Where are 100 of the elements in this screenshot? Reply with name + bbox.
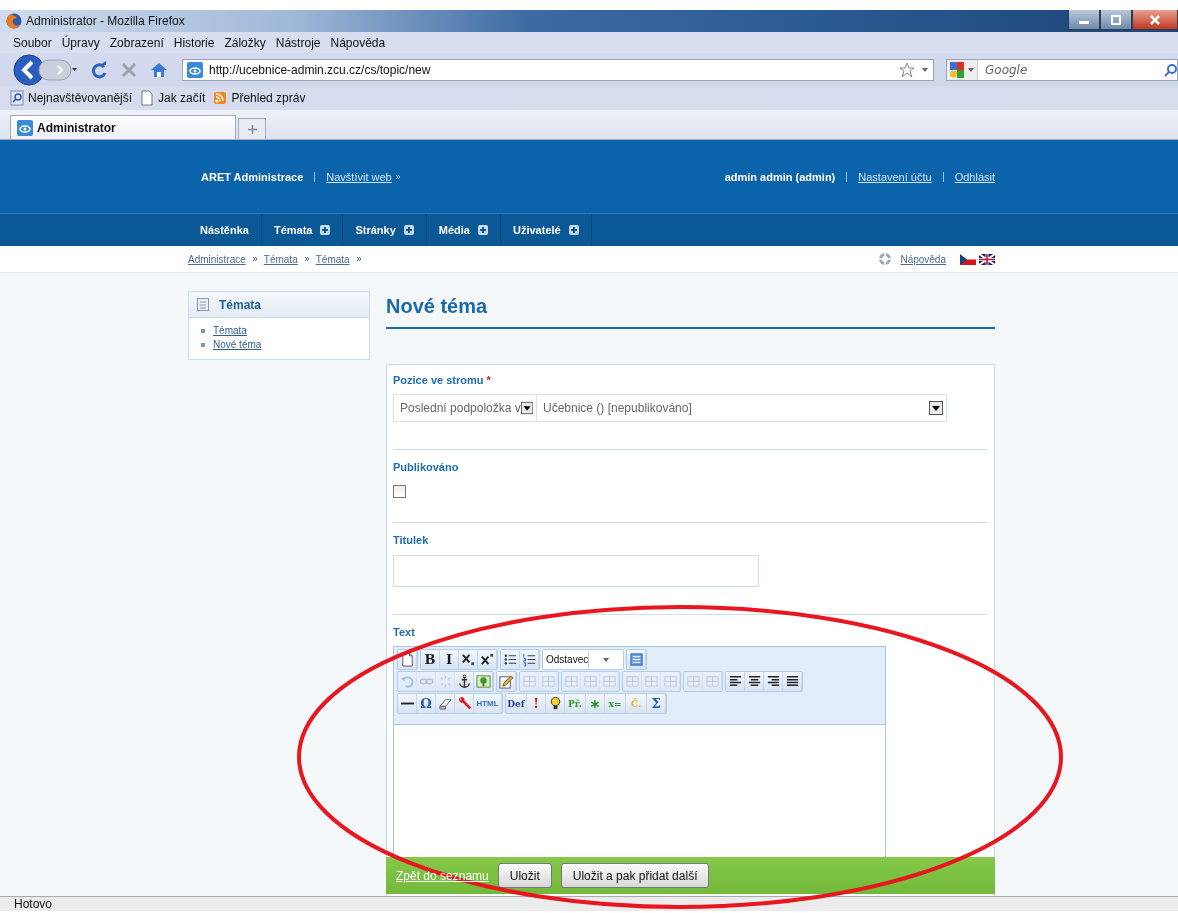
align-left-icon: [727, 674, 743, 689]
field-label: Pozice ve stromu *: [393, 374, 492, 386]
breadcrumb-link[interactable]: Témata: [315, 253, 350, 265]
page-title: Nové téma: [386, 291, 995, 329]
numbered-list-icon: [521, 652, 537, 667]
column-before-icon: [624, 674, 640, 689]
british-flag-icon[interactable]: [979, 253, 995, 265]
site-icon: [187, 61, 203, 78]
bullet-icon: [201, 328, 205, 333]
search-engine-button[interactable]: [947, 59, 978, 80]
eraser-icon: [437, 696, 453, 711]
anchor-button[interactable]: [455, 672, 474, 691]
column-after-icon: [643, 674, 659, 689]
edit-button[interactable]: [497, 672, 516, 691]
reload-icon[interactable]: [90, 60, 108, 79]
eraser-button[interactable]: [436, 694, 455, 713]
source-icon: [628, 652, 644, 667]
address-bar[interactable]: http://ucebnice-admin.zcu.cz/cs/topic/new: [182, 58, 934, 81]
bulb-button[interactable]: [546, 694, 565, 713]
search-engine-icon: [949, 60, 965, 79]
bookmark-item[interactable]: Nejnavštěvovanější: [10, 90, 137, 106]
search-icon[interactable]: [1164, 62, 1178, 77]
document-icon: [197, 298, 209, 311]
save-button[interactable]: Uložit: [497, 863, 552, 888]
align-right-button[interactable]: [764, 672, 783, 691]
bookmark-item[interactable]: Přehled zpráv: [213, 90, 310, 106]
close-button[interactable]: [1132, 10, 1178, 30]
toolbar-button[interactable]: *: [586, 694, 605, 713]
minimize-button[interactable]: [1068, 10, 1100, 30]
toolbar-button[interactable]: HTML: [474, 694, 502, 713]
help-link[interactable]: Nápověda: [900, 253, 946, 265]
menu-item[interactable]: Záložky: [219, 35, 271, 50]
row-before-icon: [563, 674, 579, 689]
undo-icon: [399, 674, 415, 689]
field-label: Titulek: [393, 534, 430, 546]
published-checkbox[interactable]: [393, 485, 406, 498]
toolbar-button[interactable]: Ω: [417, 694, 436, 713]
page-icon: [140, 90, 155, 106]
wrench-button[interactable]: [455, 694, 474, 713]
star-icon[interactable]: [899, 61, 915, 78]
breadcrumb-link[interactable]: Témata: [263, 253, 298, 265]
sidebar-link[interactable]: Nové téma: [213, 339, 262, 350]
new-tab-button[interactable]: [238, 118, 266, 139]
edit-icon: [498, 674, 514, 689]
caret-icon: [967, 66, 975, 73]
caret-icon[interactable]: [921, 66, 929, 73]
header-link[interactable]: Nastavení účtu: [858, 170, 932, 183]
menu-item[interactable]: Soubor: [8, 35, 57, 50]
caption-field[interactable]: [393, 555, 759, 587]
url-text: http://ucebnice-admin.zcu.cz/cs/topic/new: [209, 62, 431, 77]
chevron-icon: [251, 256, 258, 262]
home-icon[interactable]: [150, 60, 168, 79]
maximize-button[interactable]: [1100, 10, 1132, 30]
plus-icon: [247, 124, 257, 134]
align-center-button[interactable]: [745, 672, 764, 691]
chevron-icon: [394, 173, 401, 180]
menu-item[interactable]: Nástroje: [270, 35, 326, 50]
align-justify-button[interactable]: [783, 672, 802, 691]
toolbar-button[interactable]: Def: [506, 694, 527, 713]
toolbar-button[interactable]: B: [421, 650, 440, 669]
wrench-icon: [456, 696, 472, 711]
restore-icon: [1111, 14, 1121, 25]
forward-button[interactable]: [38, 57, 78, 82]
superscript-button[interactable]: [478, 650, 497, 669]
source-button[interactable]: [627, 650, 646, 669]
split-cells-icon: [704, 674, 720, 689]
subscript-icon: [460, 652, 476, 667]
row-after-icon: [582, 674, 598, 689]
save-button[interactable]: Uložit a pak přidat další: [560, 863, 710, 888]
numbered-list-button[interactable]: [520, 650, 539, 669]
toolbar-button[interactable]: Σ: [647, 694, 666, 713]
sidebar-title: Témata: [219, 297, 262, 312]
horizontal-rule-button[interactable]: [398, 694, 417, 713]
breadcrumb-link[interactable]: Administrace: [188, 253, 246, 265]
toolbar-button[interactable]: I: [440, 650, 459, 669]
column-delete-icon: [662, 674, 678, 689]
menu-item[interactable]: Zobrazení: [104, 35, 169, 50]
menu-item[interactable]: Úpravy: [56, 35, 105, 50]
menu-item[interactable]: Nápověda: [325, 35, 391, 50]
czech-flag-icon[interactable]: [960, 253, 976, 265]
header-link[interactable]: Odhlásit: [954, 170, 995, 183]
toolbar-button[interactable]: !: [527, 694, 546, 713]
align-center-icon: [746, 674, 762, 689]
browser-tab[interactable]: Administrator: [10, 115, 236, 139]
visit-site-link[interactable]: Navštívit web: [326, 170, 392, 183]
bookmark-item[interactable]: Jak začít: [140, 90, 210, 106]
menu-item[interactable]: Historie: [168, 35, 220, 50]
image-icon: [475, 674, 491, 689]
subscript-button[interactable]: [459, 650, 478, 669]
status-text: Hotovo: [0, 896, 1178, 911]
anchor-icon: [456, 674, 472, 689]
browser-logo-icon: [6, 13, 22, 29]
format-select[interactable]: Odstavec: [543, 650, 623, 669]
superscript-icon: [479, 652, 495, 667]
close-icon: [1150, 14, 1160, 25]
feed-icon: [213, 90, 228, 106]
lifebuoy-icon: [878, 252, 893, 266]
sidebar-link[interactable]: Témata: [213, 325, 247, 336]
bullet-list-button[interactable]: [501, 650, 520, 669]
align-left-button[interactable]: [726, 672, 745, 691]
